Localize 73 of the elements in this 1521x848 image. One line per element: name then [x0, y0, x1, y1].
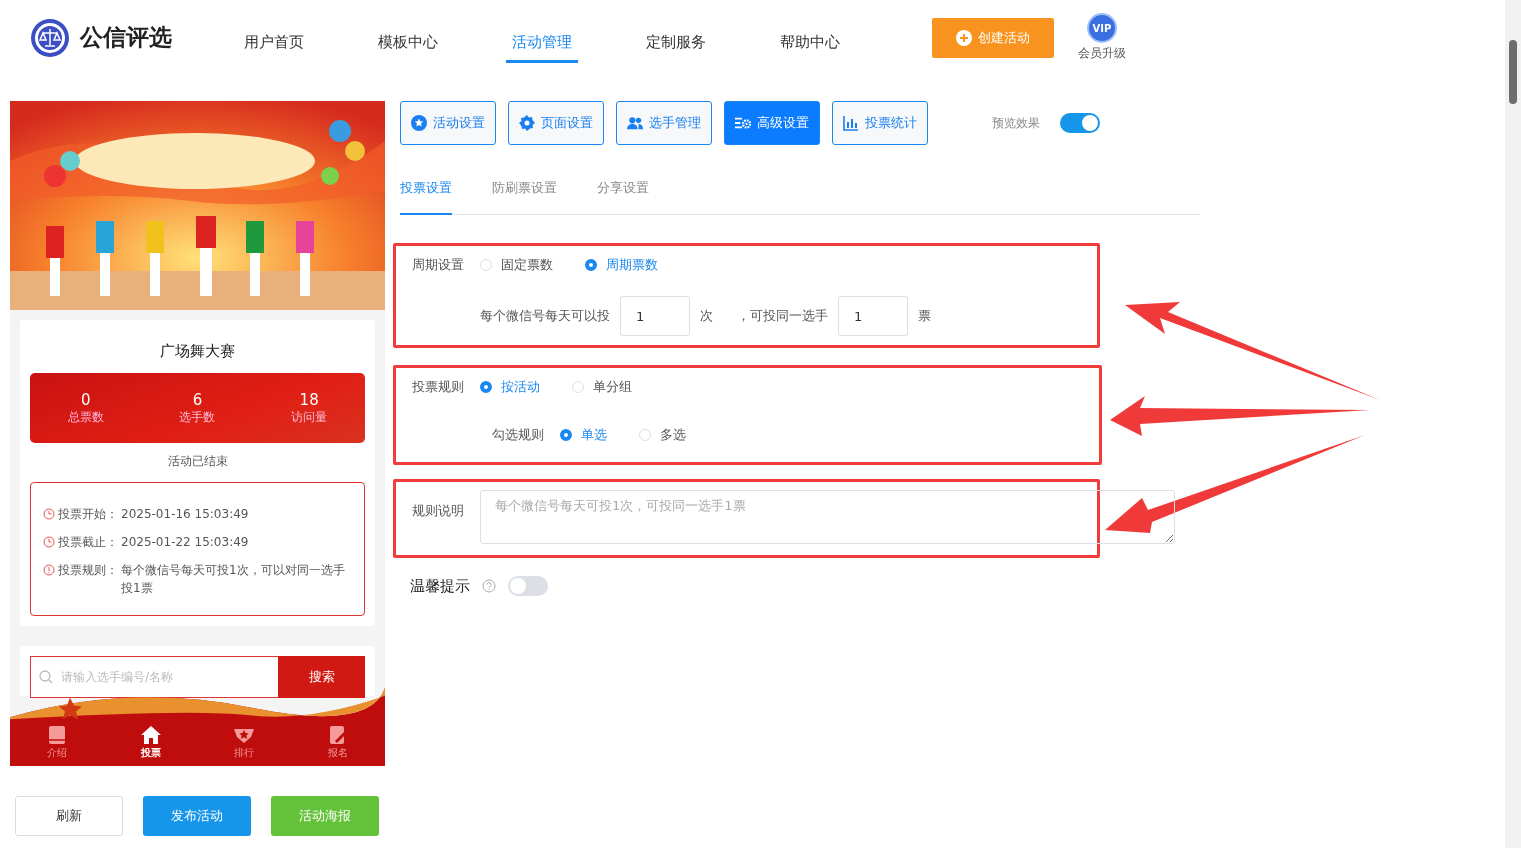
tabbar-item[interactable]: 投票 [125, 724, 176, 760]
help-icon[interactable] [482, 579, 496, 593]
info-label: 投票截止： [58, 534, 118, 551]
form-label: 勾选规则 [492, 426, 545, 444]
stat-value: 6 [192, 390, 203, 409]
info-label: 投票规则： [58, 562, 118, 579]
create-button[interactable]: 创建活动 [932, 17, 1054, 58]
stat-label: 访问量 [291, 408, 328, 426]
stat-value: 18 [299, 390, 319, 409]
status-text: 活动已结束 [167, 453, 228, 470]
unit-text: 次 [700, 307, 713, 325]
nav-link[interactable]: 帮助中心 [774, 22, 846, 63]
settings-icon [735, 115, 751, 131]
nav-link[interactable]: 定制服务 [640, 22, 712, 63]
info-value: 2025-01-22 15:03:49 [121, 534, 250, 551]
scrollbar[interactable] [1505, 0, 1521, 848]
vip-label[interactable]: 会员升级 [1078, 45, 1126, 62]
tabbar-item[interactable]: 介绍 [31, 724, 82, 760]
settings-tab-button[interactable]: 高级设置 [724, 101, 820, 145]
info-value: 每个微信号每天可投1次，可以对同一选手投1票 [121, 562, 346, 597]
vip-badge[interactable]: VIP [1087, 13, 1117, 43]
settings-tab-button[interactable]: 投票统计 [832, 101, 928, 145]
clock-icon [43, 508, 55, 520]
tab[interactable]: 防刷票设置 [492, 175, 557, 215]
radio-option[interactable]: 周期票数 [585, 256, 658, 274]
tip-label: 温馨提示 [410, 576, 470, 596]
event-title: 广场舞大赛 [160, 341, 235, 362]
preview-label: 预览效果 [992, 114, 1040, 132]
nav-link[interactable]: 用户首页 [238, 22, 310, 63]
info-value: 2025-01-16 15:03:49 [121, 506, 250, 523]
gear-icon [519, 115, 535, 131]
clock-icon [43, 536, 55, 548]
stat-label: 选手数 [179, 408, 216, 426]
tabbar-item[interactable]: 排行 [219, 724, 270, 760]
settings-tab-button[interactable]: 页面设置 [508, 101, 604, 145]
votes-field[interactable]: 1 [838, 296, 908, 336]
form-label: 规则说明 [412, 502, 465, 520]
preview-toggle[interactable] [1060, 113, 1100, 133]
home-icon [139, 724, 162, 746]
refresh-button[interactable]: 刷新 [15, 796, 123, 836]
stat-label: 总票数 [67, 408, 104, 426]
tabbar-item[interactable]: 报名 [313, 724, 364, 760]
publish-button[interactable]: 发布活动 [143, 796, 251, 836]
search-button[interactable]: 搜索 [278, 656, 365, 698]
form-text: ，可投同一选手 [737, 307, 828, 325]
radio-option[interactable]: 按活动 [480, 378, 540, 396]
settings-tab-button[interactable]: 活动设置 [400, 101, 496, 145]
radio-option[interactable]: 单分组 [572, 378, 632, 396]
search-field[interactable]: 请输入选手编号/名称 搜索 [30, 656, 365, 698]
form-label: 投票规则 [412, 378, 465, 396]
stat-value: 0 [81, 390, 91, 409]
radio-option[interactable]: 单选 [560, 426, 607, 444]
form-label: 周期设置 [412, 256, 465, 274]
unit-text: 票 [918, 307, 931, 325]
brand-name: 公信评选 [80, 23, 172, 52]
radio-option[interactable]: 多选 [639, 426, 686, 444]
times-field[interactable]: 1 [620, 296, 690, 336]
users-icon [627, 115, 643, 131]
search-icon [39, 670, 53, 684]
bar-chart-icon [843, 115, 859, 131]
poster-button[interactable]: 活动海报 [271, 796, 379, 836]
form-text: 每个微信号每天可以投 [480, 307, 610, 325]
plus-icon [956, 29, 972, 46]
settings-tab-button[interactable]: 选手管理 [616, 101, 712, 145]
tab[interactable]: 分享设置 [597, 175, 649, 215]
nav-link[interactable]: 活动管理 [506, 22, 578, 63]
info-label: 投票开始： [58, 506, 118, 523]
radio-option[interactable]: 固定票数 [480, 256, 553, 274]
tab[interactable]: 投票设置 [400, 175, 452, 215]
logo-icon [30, 17, 70, 58]
nav-link[interactable]: 模板中心 [372, 22, 444, 63]
tip-toggle[interactable] [508, 576, 548, 596]
alert-icon [43, 564, 55, 576]
